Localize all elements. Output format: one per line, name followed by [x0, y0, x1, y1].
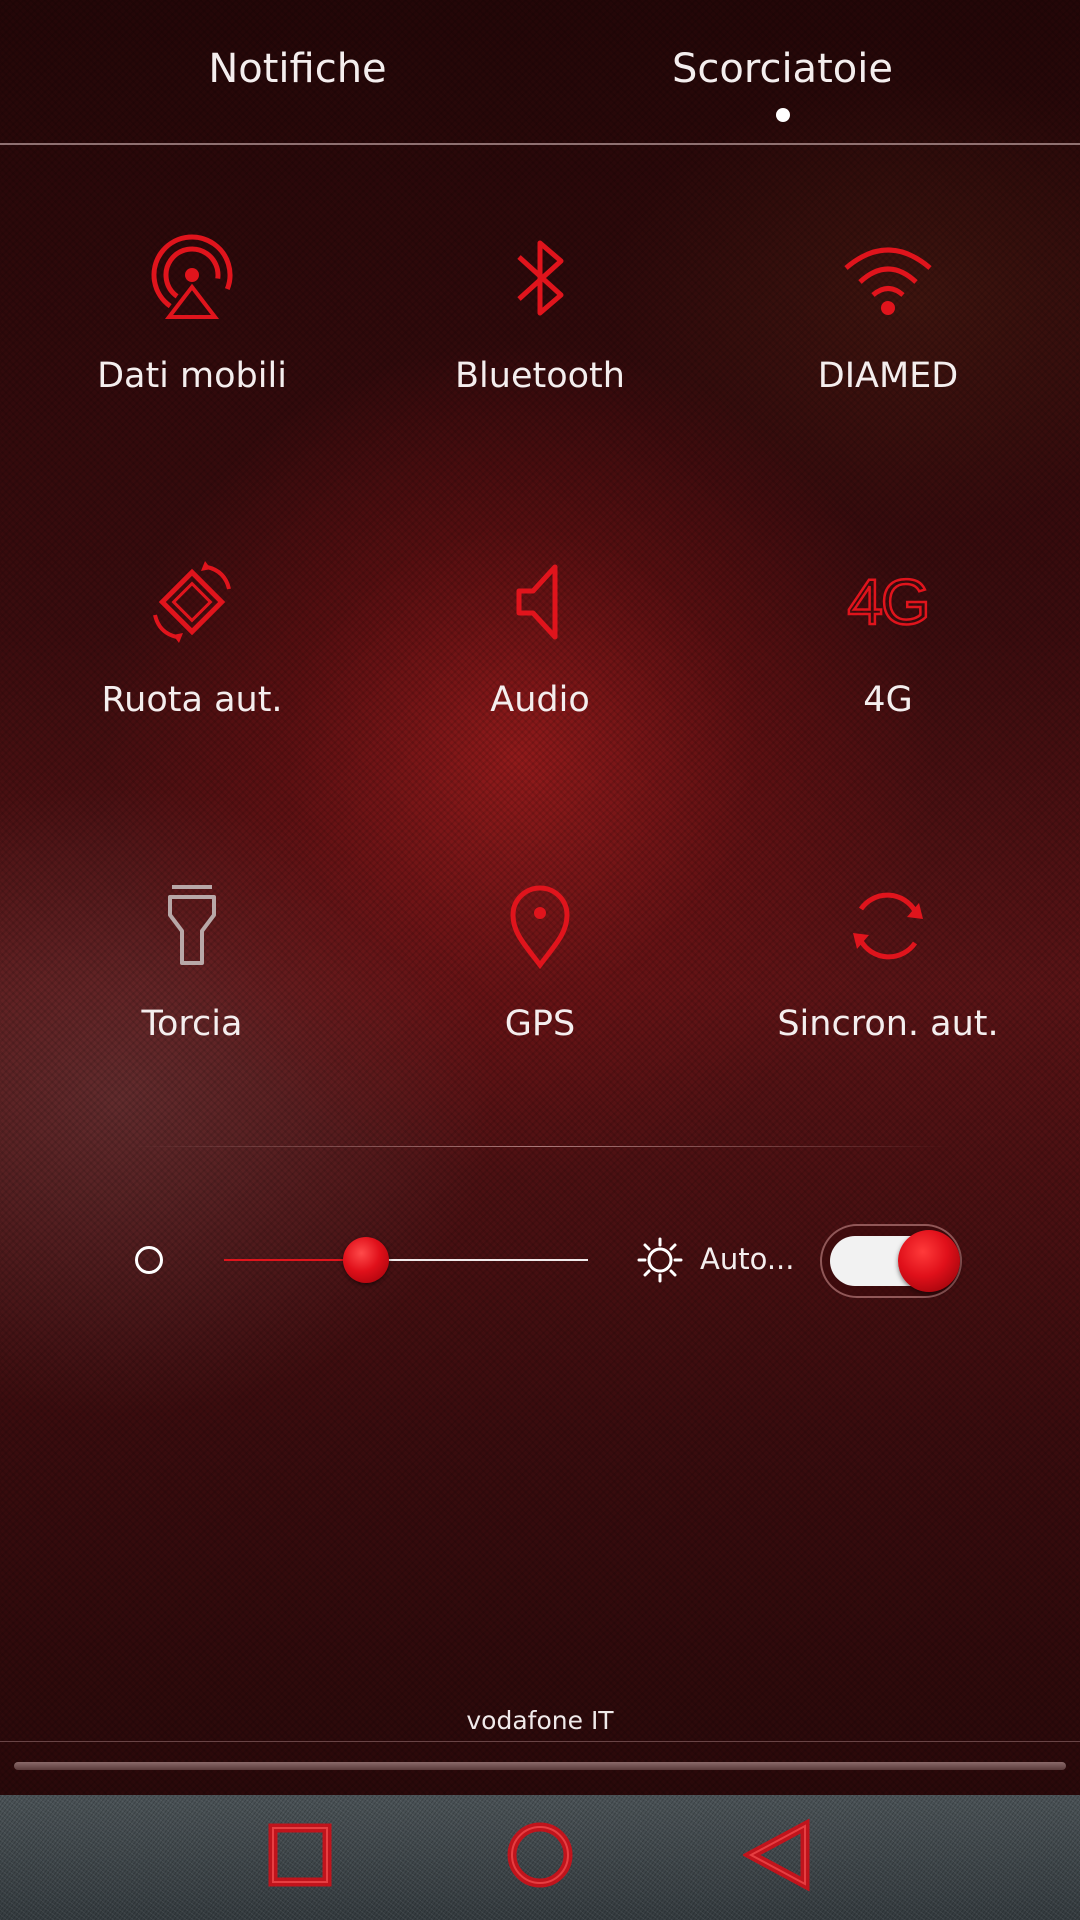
- brightness-slider[interactable]: [224, 1237, 588, 1283]
- tabs-divider: [0, 143, 1080, 145]
- carrier-name: vodafone IT: [466, 1706, 614, 1735]
- recents-button[interactable]: [260, 1817, 340, 1897]
- back-button[interactable]: [740, 1817, 820, 1897]
- active-tab-indicator: [776, 108, 790, 122]
- brightness-low-icon: [135, 1246, 163, 1274]
- tile-bluetooth[interactable]: Bluetooth: [370, 228, 710, 468]
- home-button[interactable]: [500, 1817, 580, 1897]
- panel-tabs: Notifiche Scorciatoie: [0, 0, 1080, 145]
- sync-icon: [838, 876, 938, 976]
- tile-flashlight[interactable]: Torcia: [22, 876, 362, 1116]
- tile-label: DIAMED: [817, 356, 959, 396]
- panel-drag-handle[interactable]: [14, 1762, 1066, 1770]
- tile-label: Torcia: [141, 1004, 243, 1044]
- tile-gps[interactable]: GPS: [370, 876, 710, 1116]
- wifi-icon: [838, 228, 938, 328]
- navigation-bar: [0, 1795, 1080, 1920]
- tab-notifications[interactable]: Notifiche: [140, 46, 455, 106]
- tile-label: Sincron. aut.: [777, 1004, 999, 1044]
- tile-label: Bluetooth: [455, 356, 625, 396]
- tile-4g[interactable]: 4G 4G: [718, 552, 1058, 792]
- speaker-icon: [490, 552, 590, 652]
- tile-label: 4G: [863, 680, 913, 720]
- tile-auto-rotate[interactable]: Ruota aut.: [22, 552, 362, 792]
- tile-wifi[interactable]: DIAMED: [718, 228, 1058, 468]
- tile-label: GPS: [504, 1004, 576, 1044]
- section-divider: [130, 1146, 950, 1147]
- toggle-knob: [898, 1230, 960, 1292]
- flashlight-icon: [142, 876, 242, 976]
- mobile-data-icon: [142, 228, 242, 328]
- auto-brightness-label: Auto...: [700, 1242, 795, 1276]
- auto-brightness-toggle[interactable]: [820, 1224, 962, 1298]
- carrier-divider: [0, 1741, 1080, 1742]
- triangle-back-icon: [741, 1818, 817, 1896]
- location-pin-icon: [490, 876, 590, 976]
- tile-auto-sync[interactable]: Sincron. aut.: [718, 876, 1058, 1116]
- tile-label: Ruota aut.: [101, 680, 283, 720]
- tile-label: Dati mobili: [97, 356, 287, 396]
- square-icon: [265, 1820, 335, 1894]
- brightness-slider-thumb[interactable]: [342, 1237, 389, 1283]
- 4g-icon: 4G: [846, 565, 932, 640]
- auto-brightness-icon: [636, 1236, 684, 1284]
- tile-mobile-data[interactable]: Dati mobili: [22, 228, 362, 468]
- tile-label: Audio: [490, 680, 590, 720]
- bluetooth-icon: [490, 228, 590, 328]
- auto-rotate-icon: [142, 552, 242, 652]
- tab-shortcuts[interactable]: Scorciatoie: [625, 46, 940, 106]
- tile-audio[interactable]: Audio: [370, 552, 710, 792]
- circle-icon: [503, 1818, 577, 1896]
